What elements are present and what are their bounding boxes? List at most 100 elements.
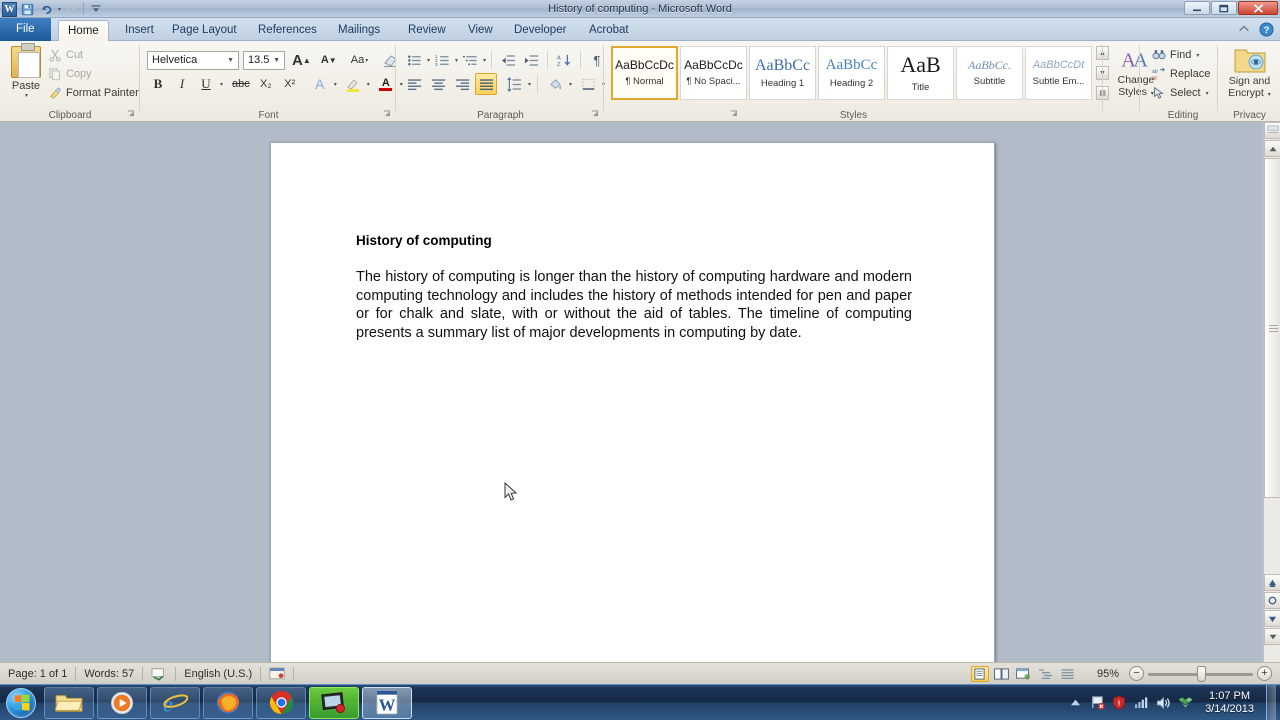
dropbox-icon[interactable]: [1177, 695, 1193, 711]
minimize-button[interactable]: [1184, 1, 1210, 15]
chevron-up-icon[interactable]: [1236, 21, 1252, 37]
language-indicator[interactable]: English (U.S.): [176, 664, 260, 684]
vertical-scrollbar[interactable]: [1263, 122, 1280, 662]
restore-button[interactable]: [1211, 1, 1237, 15]
action-center-icon[interactable]: [1089, 695, 1105, 711]
view-web-layout-button[interactable]: [1015, 666, 1033, 682]
zoom-in-button[interactable]: +: [1257, 666, 1272, 681]
taskbar-google-chrome[interactable]: [256, 687, 306, 719]
view-full-screen-reading-button[interactable]: [993, 666, 1011, 682]
tab-references[interactable]: References: [249, 20, 326, 41]
tab-page-layout[interactable]: Page Layout: [163, 20, 246, 41]
taskbar-mozilla-firefox[interactable]: [203, 687, 253, 719]
word-logo-icon[interactable]: W: [2, 2, 17, 17]
text-effects-button[interactable]: A: [309, 73, 331, 95]
find-dropdown-icon[interactable]: ▾: [1196, 52, 1199, 59]
scroll-split-button[interactable]: [1264, 122, 1280, 139]
tab-mailings[interactable]: Mailings: [329, 20, 389, 41]
start-button[interactable]: [1, 686, 41, 720]
strikethrough-button[interactable]: abc: [229, 73, 253, 95]
shrink-font-button[interactable]: A▼: [318, 49, 340, 71]
document-page[interactable]: History of computing The history of comp…: [270, 142, 995, 667]
text-effects-dropdown-icon[interactable]: ▾: [334, 81, 337, 88]
paragraph-dialog-launcher[interactable]: [590, 109, 601, 120]
scroll-previous-page-button[interactable]: [1264, 574, 1280, 591]
taskbar-windows-media-player[interactable]: [97, 687, 147, 719]
document-canvas[interactable]: History of computing The history of comp…: [0, 122, 1280, 662]
save-icon[interactable]: [19, 1, 36, 17]
align-center-button[interactable]: [427, 73, 449, 95]
style-subtitle[interactable]: AaBbCc. Subtitle: [956, 46, 1023, 100]
bold-button[interactable]: B: [147, 73, 169, 95]
multilevel-dropdown-icon[interactable]: ▾: [483, 57, 486, 64]
view-outline-button[interactable]: [1037, 666, 1055, 682]
tab-home[interactable]: Home: [58, 20, 109, 42]
style-heading-2[interactable]: AaBbCc Heading 2: [818, 46, 885, 100]
tab-insert[interactable]: Insert: [116, 20, 163, 41]
align-left-button[interactable]: [403, 73, 425, 95]
zoom-out-button[interactable]: −: [1129, 666, 1144, 681]
macro-record-button[interactable]: [261, 664, 293, 684]
paste-dropdown-icon[interactable]: ▾: [25, 92, 28, 99]
undo-dropdown-icon[interactable]: ▾: [58, 6, 61, 13]
taskbar-internet-explorer[interactable]: e: [150, 687, 200, 719]
font-size-dropdown-icon[interactable]: ▼: [271, 57, 282, 64]
shading-dropdown-icon[interactable]: ▾: [569, 81, 572, 88]
font-name-combo[interactable]: Helvetica ▼: [147, 51, 239, 70]
show-desktop-button[interactable]: [1266, 685, 1276, 720]
style-heading-1[interactable]: AaBbCс Heading 1: [749, 46, 816, 100]
font-dialog-launcher[interactable]: [382, 109, 393, 120]
highlight-dropdown-icon[interactable]: ▾: [367, 81, 370, 88]
select-browse-object-button[interactable]: [1264, 592, 1280, 609]
style-normal[interactable]: AaBbCcDc ¶ Normal: [611, 46, 678, 100]
taskbar-windows-explorer[interactable]: [44, 687, 94, 719]
style-no-spacing[interactable]: AaBbCcDc ¶ No Spaci...: [680, 46, 747, 100]
borders-button[interactable]: [577, 73, 599, 95]
word-count[interactable]: Words: 57: [76, 664, 142, 684]
help-icon[interactable]: ?: [1258, 21, 1274, 37]
sign-and-encrypt-button[interactable]: Sign and Encrypt ▾: [1219, 45, 1280, 107]
grow-font-button[interactable]: A▲: [289, 49, 314, 71]
change-case-button[interactable]: Aa▾: [348, 49, 371, 71]
select-button[interactable]: Select ▾: [1152, 86, 1210, 100]
close-button[interactable]: [1238, 1, 1278, 15]
sort-button[interactable]: AZ: [553, 49, 575, 71]
subscript-button[interactable]: X₂: [255, 73, 277, 95]
zoom-slider-thumb[interactable]: [1197, 666, 1206, 682]
select-dropdown-icon[interactable]: ▾: [1206, 90, 1209, 97]
paste-button[interactable]: Paste ▾: [6, 45, 46, 105]
styles-dialog-launcher[interactable]: [729, 109, 740, 120]
taskbar-screen-recorder[interactable]: [309, 687, 359, 719]
numbering-button[interactable]: 123: [431, 49, 453, 71]
cut-button[interactable]: Cut: [48, 48, 139, 62]
proofing-status-icon[interactable]: [143, 664, 175, 684]
zoom-percent[interactable]: 95%: [1091, 664, 1125, 684]
clipboard-dialog-launcher[interactable]: [126, 109, 137, 120]
italic-button[interactable]: I: [171, 73, 193, 95]
align-right-button[interactable]: [451, 73, 473, 95]
undo-icon[interactable]: [38, 1, 55, 17]
font-size-combo[interactable]: 13.5 ▼: [243, 51, 285, 70]
tab-review[interactable]: Review: [399, 20, 455, 41]
tab-file[interactable]: File: [0, 18, 51, 41]
text-highlight-button[interactable]: [342, 73, 364, 95]
scrollbar-thumb[interactable]: [1264, 158, 1280, 498]
numbering-dropdown-icon[interactable]: ▾: [455, 57, 458, 64]
view-print-layout-button[interactable]: [971, 666, 989, 682]
justify-button[interactable]: [475, 73, 497, 95]
view-draft-button[interactable]: [1059, 666, 1077, 682]
bullets-dropdown-icon[interactable]: ▾: [427, 57, 430, 64]
shading-button[interactable]: [544, 73, 566, 95]
show-hidden-icons-button[interactable]: [1067, 695, 1083, 711]
superscript-button[interactable]: X²: [279, 73, 301, 95]
line-spacing-dropdown-icon[interactable]: ▾: [528, 81, 531, 88]
bullets-button[interactable]: [403, 49, 425, 71]
zoom-slider[interactable]: [1148, 666, 1253, 682]
copy-button[interactable]: Copy: [48, 67, 139, 81]
tab-developer[interactable]: Developer: [505, 20, 575, 41]
increase-indent-button[interactable]: [520, 49, 542, 71]
scroll-down-button[interactable]: [1264, 628, 1280, 645]
decrease-indent-button[interactable]: [497, 49, 519, 71]
taskbar-clock[interactable]: 1:07 PM 3/14/2013: [1199, 690, 1260, 716]
scroll-up-button[interactable]: [1264, 140, 1280, 157]
